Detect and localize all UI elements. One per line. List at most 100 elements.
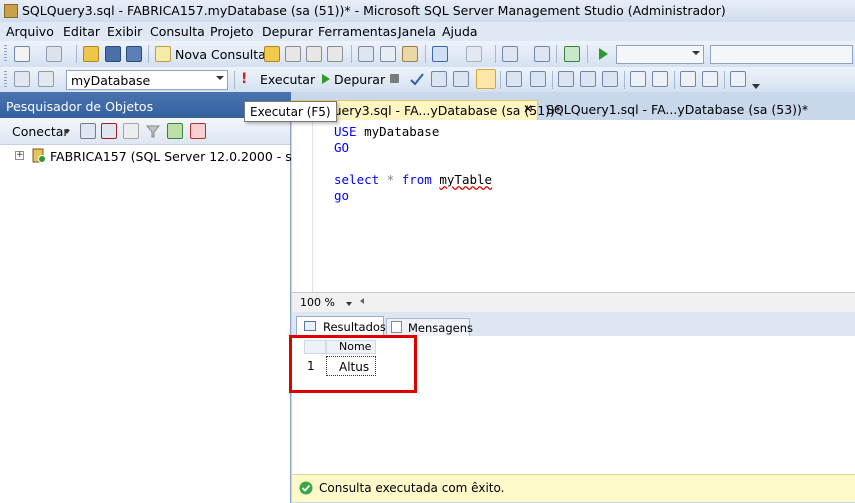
available-databases-select[interactable]: myDatabase [66,70,228,90]
tab-mensagens[interactable]: Mensagens [386,318,473,336]
xmla-query-icon[interactable] [327,46,343,62]
server-node[interactable]: FABRICA157 (SQL Server 12.0.2000 - sa) [50,149,304,164]
expand-toggle[interactable]: + [15,151,24,160]
menu-consulta[interactable]: Consulta [150,24,205,39]
object-explorer-title: Pesquisador de Objetos [6,99,154,114]
new-query-icon[interactable] [155,46,171,62]
change-connection-icon[interactable] [38,71,54,87]
menu-ferramentas[interactable]: Ferramentas [318,24,397,39]
debug-icon[interactable] [318,71,334,87]
connect-object-explorer-icon[interactable] [80,123,96,139]
editor-margin [292,120,313,292]
selected-database: myDatabase [71,73,151,88]
connect-icon[interactable] [14,71,30,87]
query-designer-icon[interactable] [453,71,469,87]
document-tabs: SQLQuery3.sql - FA...yDatabase (sa (51))… [292,92,855,120]
menu-bar: Arquivo Editar Exibir Consulta Projeto D… [0,22,855,41]
menu-projeto[interactable]: Projeto [210,24,254,39]
connect-dropdown[interactable]: Conectar [12,124,69,139]
code-line-2: GO [334,140,350,155]
menu-editar[interactable]: Editar [63,24,100,39]
tab-resultados[interactable]: Resultados [296,316,386,336]
tab-label: SQLQuery3.sql - FA...yDatabase (sa (51))… [299,103,562,118]
debug-button[interactable]: Depurar [334,72,385,87]
scroll-left-icon[interactable] [360,298,364,304]
chevron-down-icon[interactable] [64,130,70,134]
dmx-query-icon[interactable] [306,46,322,62]
code-line-1: USE myDatabase [334,124,440,139]
toolbar-overflow-icon[interactable] [752,79,760,89]
execute-icon[interactable]: ! [241,71,247,87]
include-client-stats-icon[interactable] [580,71,596,87]
grid-icon [304,321,316,331]
object-explorer-toolbar: Conectar [0,118,290,145]
new-query-button[interactable]: Nova Consulta [175,47,266,62]
paste-icon[interactable] [402,46,418,62]
solution-configuration-select[interactable] [616,45,704,64]
navigate-forward-icon[interactable] [534,46,550,62]
comment-lines-icon[interactable] [630,71,646,87]
window-title: SQLQuery3.sql - FABRICA157.myDatabase (s… [22,3,726,18]
menu-depurar[interactable]: Depurar [262,24,313,39]
include-actual-plan-icon[interactable] [476,69,496,89]
menu-janela[interactable]: Janela [398,24,436,39]
stop-icon[interactable] [123,123,139,139]
success-check-icon [299,481,313,495]
start-debugging-icon[interactable] [595,46,611,62]
activity-monitor-oe-icon[interactable] [190,123,206,139]
database-engine-query-icon[interactable] [264,46,280,62]
menu-ajuda[interactable]: Ajuda [442,24,478,39]
disconnect-icon[interactable] [101,123,117,139]
zoom-level[interactable]: 100 % [300,296,335,309]
cut-icon[interactable] [358,46,374,62]
execute-button[interactable]: Executar [260,72,315,87]
uncomment-lines-icon[interactable] [652,71,668,87]
results-tab-strip: Resultados Mensagens [292,312,855,336]
specify-template-values-icon[interactable] [730,71,746,87]
filter-icon[interactable] [145,123,161,139]
find-input[interactable] [710,45,853,64]
undo-icon[interactable] [432,46,448,62]
server-icon [31,148,46,163]
activity-monitor-icon[interactable] [564,46,580,62]
increase-indent-icon[interactable] [702,71,718,87]
toolbar-grip[interactable] [4,45,7,63]
analysis-query-icon[interactable] [285,46,301,62]
title-bar: SQLQuery3.sql - FABRICA157.myDatabase (s… [0,0,855,23]
navigate-backward-icon[interactable] [502,46,518,62]
copy-icon[interactable] [380,46,396,62]
zoom-dropdown-icon[interactable] [346,302,352,306]
close-tab-icon[interactable]: ✕ [523,102,533,116]
results-to-grid-icon[interactable] [530,71,546,87]
status-message: Consulta executada com êxito. [319,481,505,495]
save-icon[interactable] [105,46,121,62]
tab-sqlquery1[interactable]: SQLQuery1.sql - FA...yDatabase (sa (53))… [540,100,840,120]
execute-tooltip: Executar (F5) [244,101,337,122]
toolbar-grip[interactable] [4,71,7,89]
add-item-icon[interactable] [46,46,62,62]
cancel-query-icon[interactable] [390,74,399,83]
code-line-5: go [334,188,350,203]
query-editor[interactable] [292,120,855,292]
menu-arquivo[interactable]: Arquivo [6,24,54,39]
code-line-4: select * from myTable [334,172,493,187]
save-all-icon[interactable] [126,46,142,62]
new-project-icon[interactable] [14,46,30,62]
sql-editor-toolbar: myDatabase ! Executar Depurar [0,67,855,93]
menu-exibir[interactable]: Exibir [107,24,142,39]
messages-icon [391,321,402,333]
tab-label: SQLQuery1.sql - FA...yDatabase (sa (53))… [546,102,809,117]
parse-icon[interactable] [409,71,425,87]
zoom-bar: 100 % [292,292,855,313]
results-to-file-icon[interactable] [558,71,574,87]
open-folder-icon[interactable] [83,46,99,62]
highlight-box [289,335,417,393]
redo-icon[interactable] [466,46,482,62]
display-estimated-plan-icon[interactable] [431,71,447,87]
decrease-indent-icon[interactable] [680,71,696,87]
sqlcmd-mode-icon[interactable] [602,71,618,87]
refresh-icon[interactable] [167,123,183,139]
query-status-bar: Consulta executada com êxito. [292,474,855,502]
results-to-text-icon[interactable] [506,71,522,87]
ssms-app-icon [4,4,18,18]
